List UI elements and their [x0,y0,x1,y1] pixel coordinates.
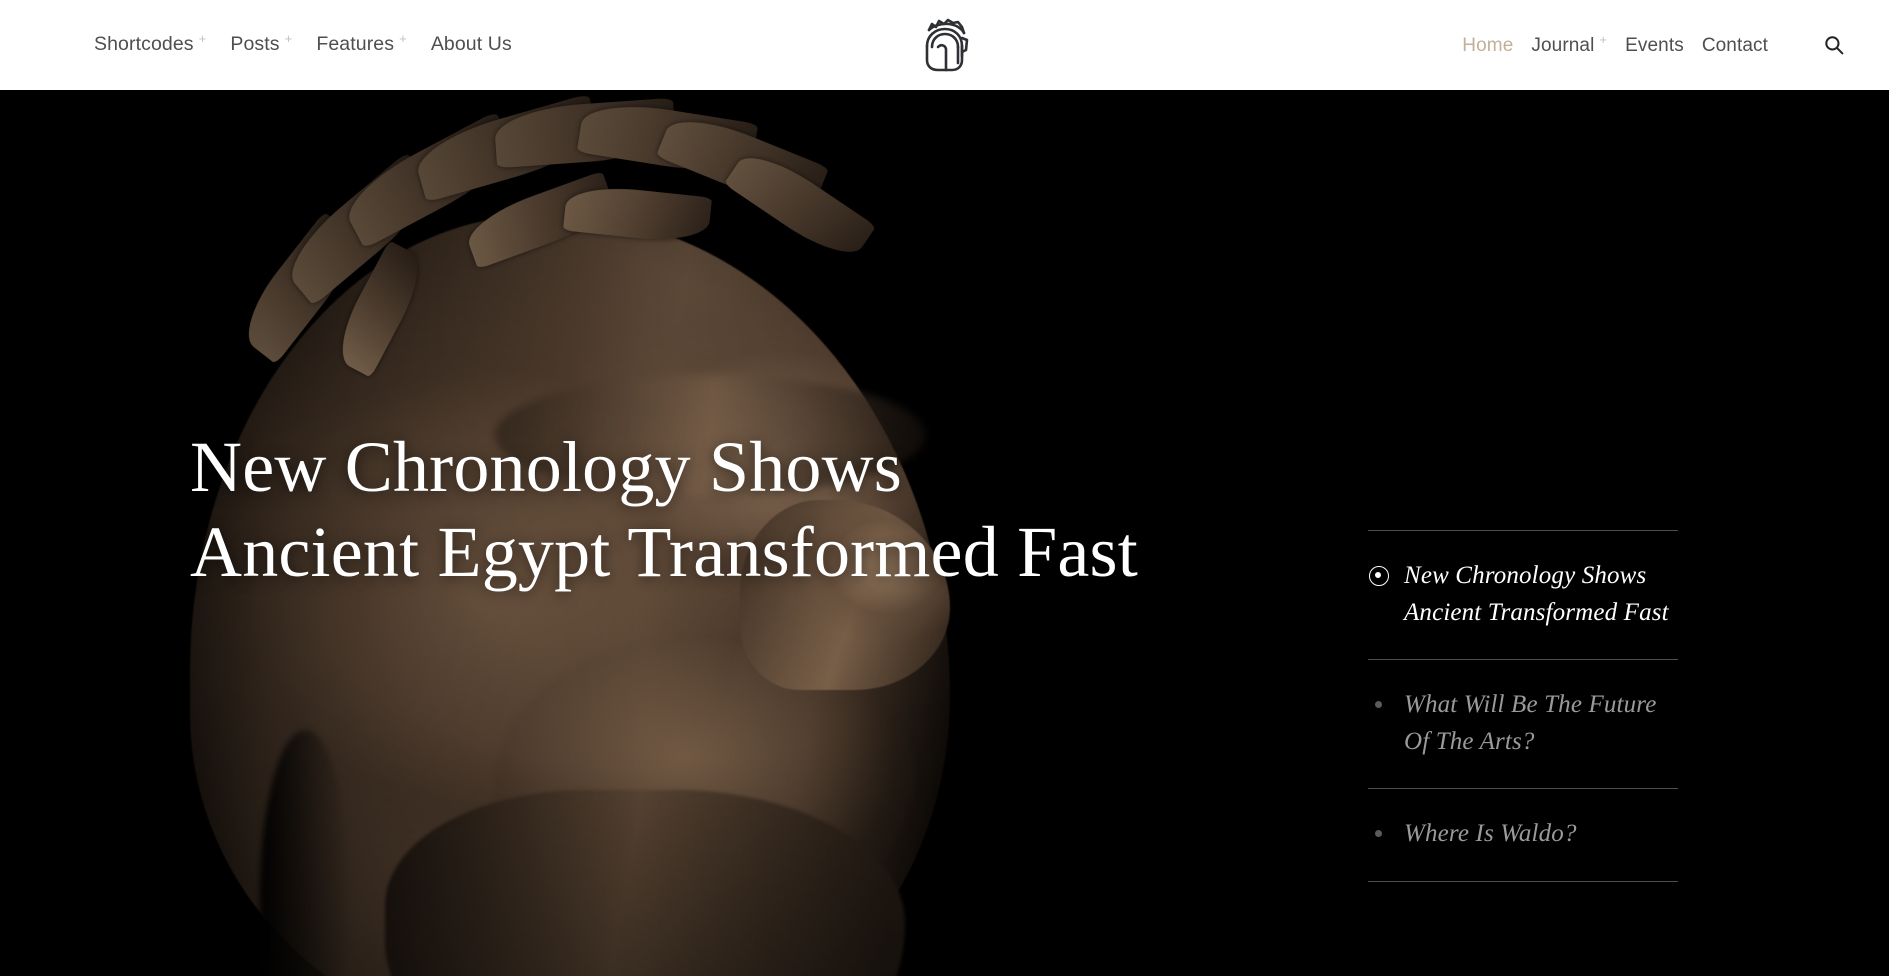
nav-item-label: Posts [230,33,280,56]
slide-active-marker-icon [1368,564,1390,586]
nav-item-label: Contact [1701,34,1768,56]
search-icon-svg [1825,36,1844,55]
nav-item-features[interactable]: Features + [304,31,418,56]
slide-nav-item-2[interactable]: What Will Be The Future Of The Arts? [1368,660,1678,788]
nav-item-about-us[interactable]: About Us [419,35,524,55]
hero-headline: New Chronology Shows Ancient Egypt Trans… [190,427,1138,592]
slide-nav-item-1[interactable]: New Chronology Shows Ancient Transformed… [1368,531,1678,659]
site-header: Shortcodes + Posts + Features + About Us [0,0,1889,90]
nav-item-label: Features [316,33,395,56]
primary-nav-left: Shortcodes + Posts + Features + About Us [82,0,524,90]
nav-item-home[interactable]: Home [1453,36,1522,55]
slide-nav-item-label: What Will Be The Future Of The Arts? [1404,691,1657,755]
nav-item-label: About Us [430,33,512,56]
primary-nav-right: Home Journal + Events Contact [1453,0,1777,90]
hero-slider: New Chronology Shows Ancient Egypt Trans… [0,90,1889,976]
nav-item-label: Events [1625,34,1684,56]
nav-item-contact[interactable]: Contact [1693,36,1777,55]
nav-item-events[interactable]: Events [1616,36,1693,55]
nav-item-journal[interactable]: Journal + [1522,31,1616,56]
slide-nav-item-label: Where Is Waldo? [1404,820,1577,847]
slide-bullet-icon [1368,822,1390,844]
slide-nav-item-label: New Chronology Shows Ancient Transformed… [1404,562,1669,626]
slide-bullet-icon [1368,693,1390,715]
submenu-plus-icon: + [1599,31,1608,47]
submenu-plus-icon: + [198,31,207,47]
slide-navigation-list: New Chronology Shows Ancient Transformed… [1368,530,1678,882]
nav-item-label: Journal [1531,34,1595,56]
nav-item-shortcodes[interactable]: Shortcodes + [82,31,218,56]
submenu-plus-icon: + [284,31,293,47]
search-icon[interactable] [1817,28,1851,62]
slide-divider [1368,880,1678,882]
nav-item-label: Shortcodes [94,33,194,56]
nav-item-posts[interactable]: Posts + [218,31,304,56]
nav-item-label: Home [1462,34,1514,56]
spartan-helmet-icon-svg [925,18,968,72]
spartan-helmet-icon[interactable] [917,13,973,77]
slide-nav-item-3[interactable]: Where Is Waldo? [1368,789,1678,881]
submenu-plus-icon: + [399,31,407,47]
